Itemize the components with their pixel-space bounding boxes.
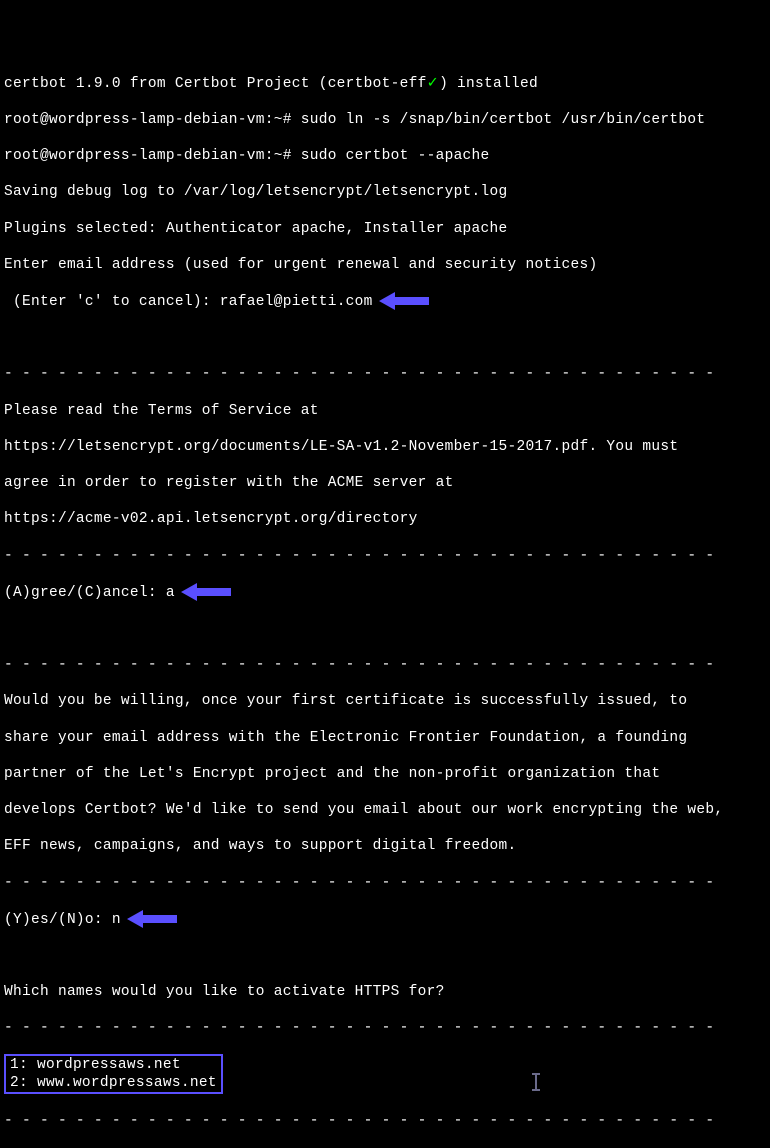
terminal-line: develops Certbot? We'd like to send you … (4, 801, 766, 819)
terminal-line: 1: wordpressaws.net 2: www.wordpressaws.… (4, 1056, 766, 1094)
terminal-line: (A)gree/(C)ancel: a (4, 583, 766, 602)
arrow-left-icon (127, 910, 177, 928)
terminal-line (4, 620, 766, 638)
domain-list-box: 1: wordpressaws.net 2: www.wordpressaws.… (4, 1054, 223, 1094)
terminal-line: root@wordpress-lamp-debian-vm:~# sudo ce… (4, 147, 766, 165)
terminal-line: https://acme-v02.api.letsencrypt.org/dir… (4, 510, 766, 528)
terminal-line: https://letsencrypt.org/documents/LE-SA-… (4, 438, 766, 456)
terminal-line: agree in order to register with the ACME… (4, 474, 766, 492)
terminal-line: - - - - - - - - - - - - - - - - - - - - … (4, 874, 766, 892)
terminal-line: Would you be willing, once your first ce… (4, 692, 766, 710)
terminal-line: - - - - - - - - - - - - - - - - - - - - … (4, 365, 766, 383)
terminal-line: root@wordpress-lamp-debian-vm:~# sudo ln… (4, 111, 766, 129)
terminal-line: certbot 1.9.0 from Certbot Project (cert… (4, 75, 766, 93)
terminal-line: Which names would you like to activate H… (4, 983, 766, 1001)
terminal-line (4, 947, 766, 965)
terminal-line: share your email address with the Electr… (4, 729, 766, 747)
terminal-line: EFF news, campaigns, and ways to support… (4, 837, 766, 855)
terminal-line: Please read the Terms of Service at (4, 402, 766, 420)
terminal-line: - - - - - - - - - - - - - - - - - - - - … (4, 1112, 766, 1130)
arrow-left-icon (181, 583, 231, 601)
terminal-line: Enter email address (used for urgent ren… (4, 256, 766, 274)
terminal-line: (Enter 'c' to cancel): rafael@pietti.com (4, 292, 766, 311)
terminal-line: Saving debug log to /var/log/letsencrypt… (4, 183, 766, 201)
arrow-left-icon (379, 292, 429, 310)
terminal-line: (Y)es/(N)o: n (4, 910, 766, 929)
terminal-line (4, 329, 766, 347)
terminal-line: - - - - - - - - - - - - - - - - - - - - … (4, 1019, 766, 1037)
check-icon: ✓ (427, 76, 439, 92)
terminal-line: partner of the Let's Encrypt project and… (4, 765, 766, 783)
terminal-line: - - - - - - - - - - - - - - - - - - - - … (4, 547, 766, 565)
text-cursor-icon (529, 1073, 543, 1091)
terminal-line: Plugins selected: Authenticator apache, … (4, 220, 766, 238)
terminal-line: - - - - - - - - - - - - - - - - - - - - … (4, 656, 766, 674)
